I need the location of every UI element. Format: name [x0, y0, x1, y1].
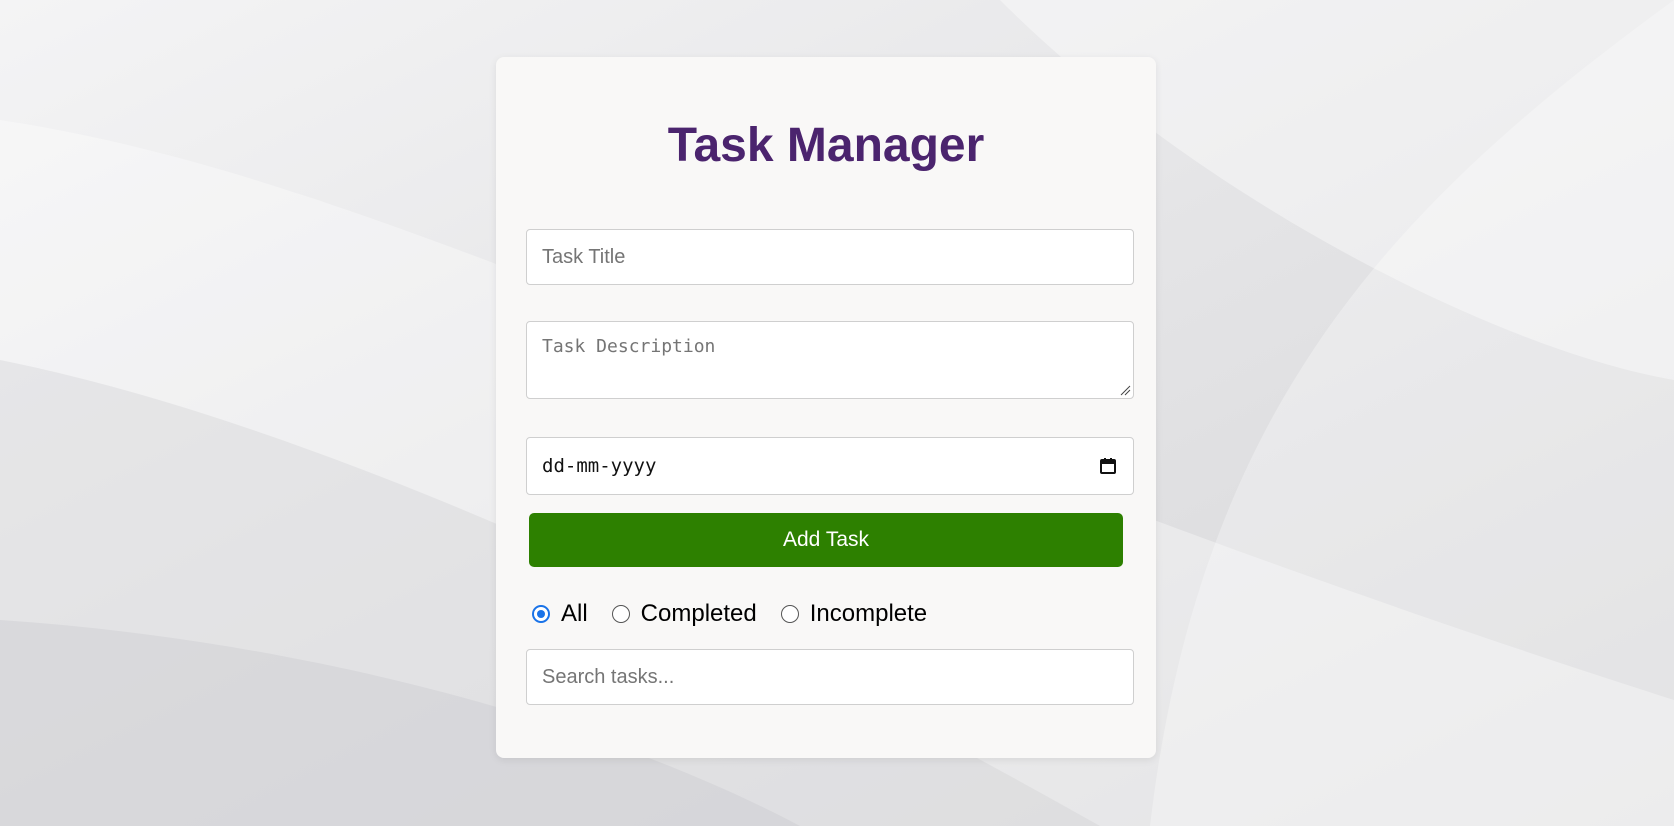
- filter-all[interactable]: All: [532, 600, 588, 628]
- filter-completed-radio[interactable]: [611, 605, 630, 623]
- filter-incomplete-radio[interactable]: [780, 605, 799, 623]
- due-date-placeholder: dd-mm-yyyy: [542, 455, 657, 477]
- task-description-placeholder: Task Description: [542, 336, 716, 357]
- resize-handle-icon[interactable]: [1119, 384, 1131, 396]
- due-date-input[interactable]: dd-mm-yyyy: [526, 437, 1134, 495]
- filter-all-label: All: [561, 600, 588, 627]
- task-title-placeholder: Task Title: [542, 245, 626, 268]
- task-title-input[interactable]: Task Title: [526, 229, 1134, 285]
- filter-completed-label: Completed: [640, 600, 757, 627]
- calendar-icon[interactable]: [1098, 456, 1118, 476]
- page-title: Task Manager: [667, 119, 985, 172]
- add-task-button[interactable]: Add Task: [529, 513, 1123, 567]
- task-filter-group: All Completed Incomplete: [532, 598, 951, 630]
- filter-completed[interactable]: Completed: [611, 600, 757, 628]
- task-description-textarea[interactable]: Task Description: [526, 321, 1134, 399]
- search-tasks-input[interactable]: Search tasks...: [526, 649, 1134, 705]
- add-task-button-label: Add Task: [783, 528, 869, 551]
- filter-all-radio[interactable]: [532, 605, 550, 623]
- filter-incomplete-label: Incomplete: [809, 600, 928, 627]
- filter-incomplete[interactable]: Incomplete: [780, 600, 928, 628]
- task-manager-card: Task Manager Task Title Task Description…: [496, 57, 1156, 758]
- search-tasks-placeholder: Search tasks...: [542, 665, 675, 688]
